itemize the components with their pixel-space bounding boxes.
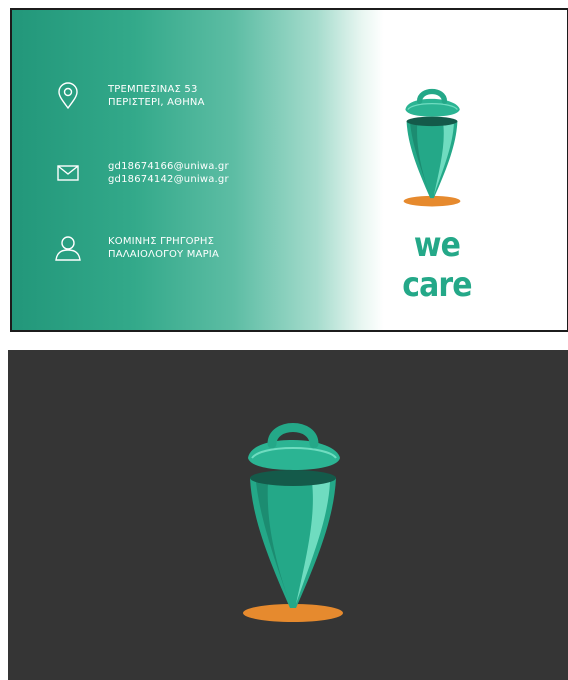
location-pin-icon <box>52 80 84 112</box>
address-line-2: ΠΕΡΙΣΤΕΡΙ, ΑΘΗΝΑ <box>108 97 205 108</box>
trash-bin-logo-icon <box>238 408 348 628</box>
email-line-1[interactable]: gd18674166@uniwa.gr <box>108 160 229 173</box>
business-card-back <box>8 350 568 680</box>
person-icon <box>52 232 84 264</box>
address-text: ΤΡΕΜΠΕΣΙΝΑΣ 53 ΠΕΡΙΣΤΕΡΙ, ΑΘΗΝΑ <box>108 83 205 109</box>
trash-bin-logo-icon <box>392 80 472 210</box>
people-row: ΚΟΜΙΝΗΣ ΓΡΗΓΟΡΗΣ ΠΑΛΑΙΟΛΟΓΟΥ ΜΑΡΙΑ <box>52 232 219 264</box>
email-line-2[interactable]: gd18674142@uniwa.gr <box>108 173 229 186</box>
people-line-1: ΚΟΜΙΝΗΣ ΓΡΗΓΟΡΗΣ <box>108 236 215 247</box>
address-line-1: ΤΡΕΜΠΕΣΙΝΑΣ 53 <box>108 84 198 95</box>
brand-name: we care <box>402 225 472 305</box>
business-card-front: ΤΡΕΜΠΕΣΙΝΑΣ 53 ΠΕΡΙΣΤΕΡΙ, ΑΘΗΝΑ gd186741… <box>10 8 568 332</box>
people-text: ΚΟΜΙΝΗΣ ΓΡΗΓΟΡΗΣ ΠΑΛΑΙΟΛΟΓΟΥ ΜΑΡΙΑ <box>108 235 219 261</box>
email-row: gd18674166@uniwa.gr gd18674142@uniwa.gr <box>52 157 229 189</box>
address-row: ΤΡΕΜΠΕΣΙΝΑΣ 53 ΠΕΡΙΣΤΕΡΙ, ΑΘΗΝΑ <box>52 80 205 112</box>
envelope-icon <box>52 157 84 189</box>
email-text: gd18674166@uniwa.gr gd18674142@uniwa.gr <box>108 160 229 186</box>
people-line-2: ΠΑΛΑΙΟΛΟΓΟΥ ΜΑΡΙΑ <box>108 249 219 260</box>
